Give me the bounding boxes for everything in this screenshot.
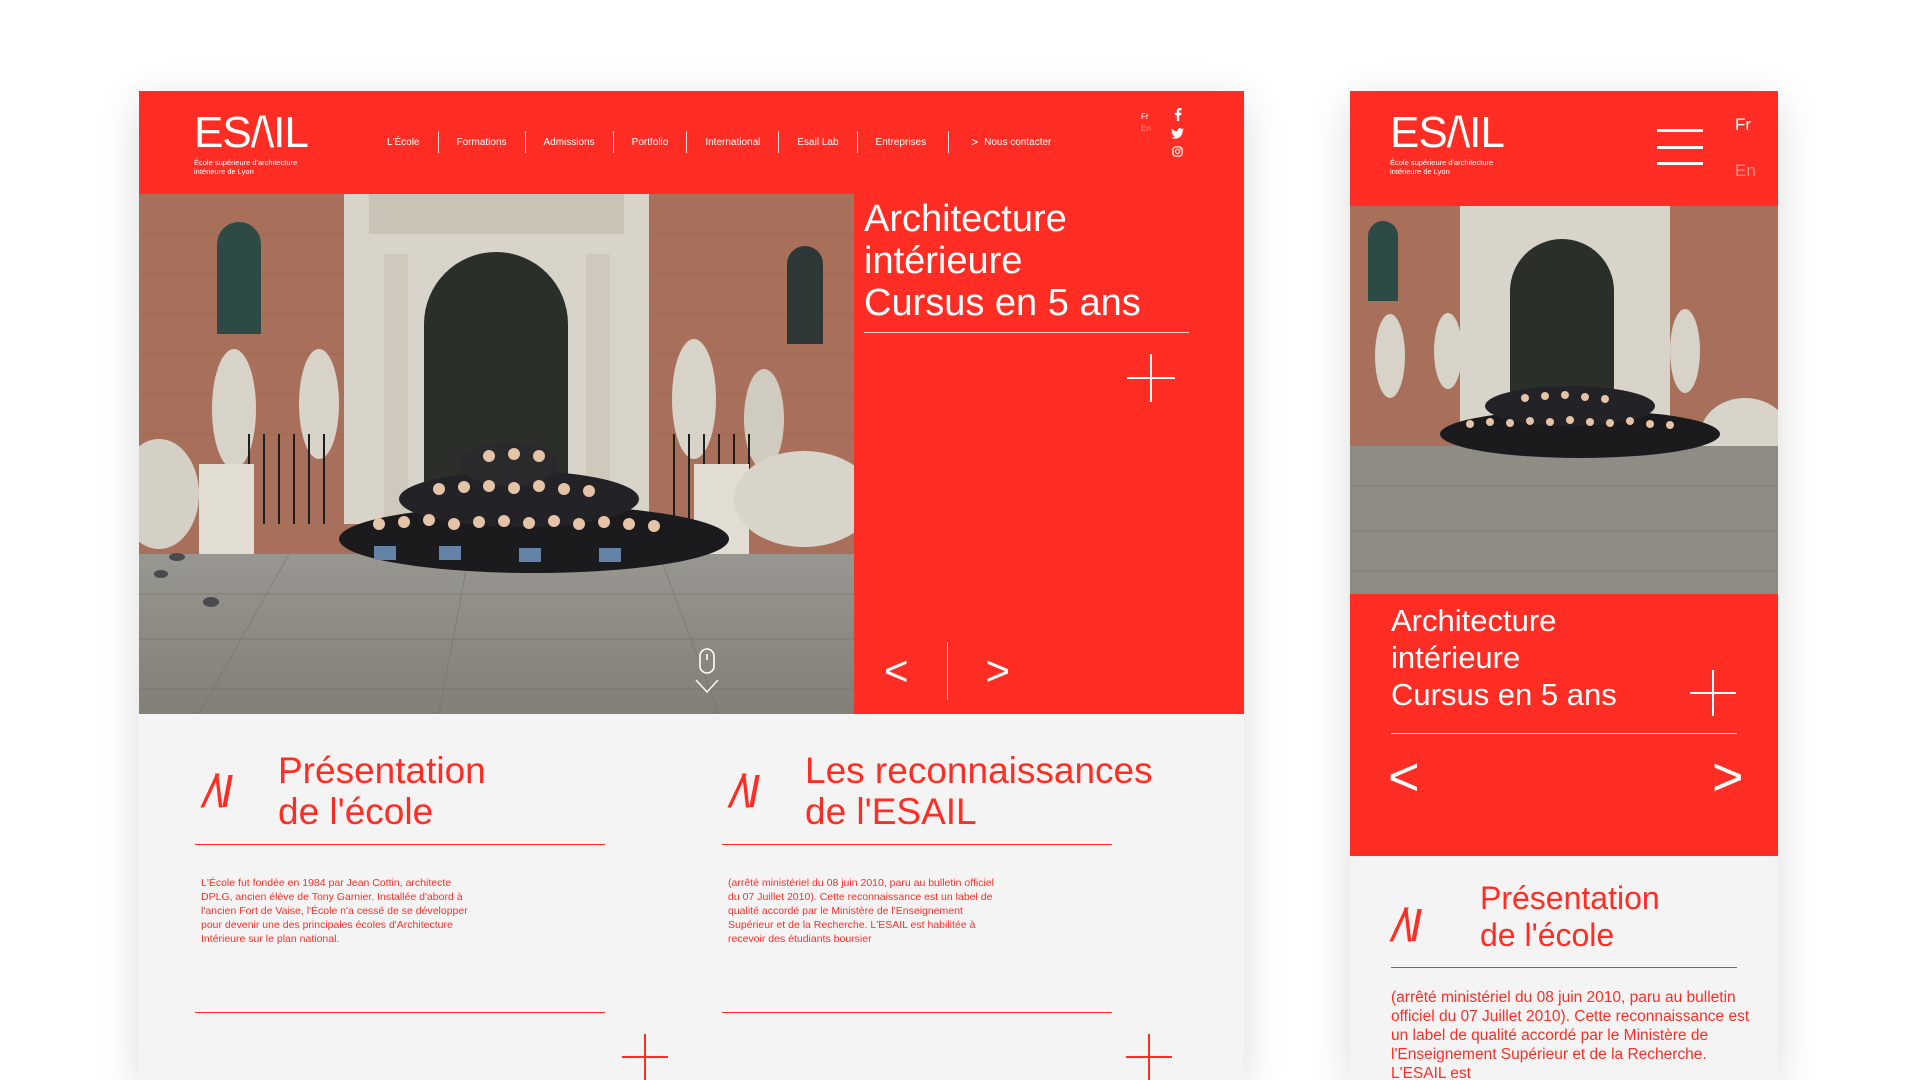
nav-item-esail-lab[interactable]: Esail Lab bbox=[778, 131, 856, 153]
hero-photo bbox=[1350, 206, 1778, 594]
card-title-line2: de l'école bbox=[1480, 917, 1615, 953]
hero-title-line1: Architecture bbox=[864, 198, 1067, 240]
nav-item-international[interactable]: International bbox=[686, 131, 778, 153]
hero-section: Architecture intérieure Cursus en 5 ans … bbox=[139, 194, 1244, 714]
desktop-mockup: ES/\IL École supérieure d'architecture i… bbox=[139, 91, 1244, 1080]
hero-title-line2: intérieure bbox=[864, 240, 1023, 282]
logo-mark: ES/\IL bbox=[1390, 108, 1505, 157]
card-title-line2: de l'école bbox=[278, 791, 434, 832]
slider-next-button[interactable]: > bbox=[1712, 750, 1744, 804]
hero-divider bbox=[864, 332, 1189, 333]
card-divider bbox=[195, 844, 605, 845]
hero-title: Architecture intérieure Cursus en 5 ans bbox=[864, 198, 1141, 324]
lang-en[interactable]: En bbox=[1141, 123, 1151, 135]
site-header: ES/\IL École supérieure d'architecture i… bbox=[139, 91, 1244, 194]
plus-icon[interactable] bbox=[622, 1034, 668, 1080]
chevron-right-icon: > bbox=[971, 135, 979, 149]
scroll-mouse-icon[interactable] bbox=[692, 648, 722, 694]
hero-text-panel: Architecture intérieure Cursus en 5 ans … bbox=[854, 194, 1244, 714]
facebook-icon[interactable] bbox=[1174, 108, 1182, 121]
mobile-header: ES/\IL École supérieure d'architecture i… bbox=[1350, 91, 1778, 206]
hero-photo bbox=[139, 194, 854, 714]
group-photo-image bbox=[139, 194, 854, 714]
logo-tagline: École supérieure d'architecture intérieu… bbox=[194, 158, 298, 176]
ai-logo-icon: /\I bbox=[730, 765, 760, 817]
instagram-icon[interactable] bbox=[1172, 146, 1183, 157]
card-divider bbox=[1391, 967, 1737, 968]
social-links bbox=[1171, 108, 1184, 157]
nav-item-ecole[interactable]: L'École bbox=[369, 131, 438, 153]
nav-item-formations[interactable]: Formations bbox=[437, 131, 525, 153]
info-cards: /\I Présentation de l'école L'École fut … bbox=[139, 714, 1244, 1080]
slider-separator bbox=[946, 642, 948, 700]
plus-icon[interactable] bbox=[1690, 670, 1736, 716]
hero-title-line1: Architecture bbox=[1391, 603, 1557, 638]
hero-title-line3: Cursus en 5 ans bbox=[864, 282, 1141, 324]
slider-prev-button[interactable]: < bbox=[884, 650, 909, 692]
lang-fr[interactable]: Fr bbox=[1141, 111, 1151, 123]
card-title-line1: Présentation bbox=[1480, 880, 1660, 916]
group-photo-image bbox=[1350, 206, 1778, 594]
card-title: Présentation de l'école bbox=[1480, 880, 1660, 954]
language-switcher: Fr En bbox=[1141, 111, 1151, 135]
hero-title-line2: intérieure bbox=[1391, 640, 1521, 675]
ai-logo-icon: /\I bbox=[1392, 899, 1422, 951]
language-switcher: Fr En bbox=[1735, 115, 1756, 181]
card-body: (arrêté ministériel du 08 juin 2010, par… bbox=[728, 877, 994, 945]
ai-logo-icon: /\I bbox=[203, 765, 233, 817]
card-title-line1: Les reconnaissances bbox=[805, 750, 1153, 791]
card-title-line1: Présentation bbox=[278, 750, 486, 791]
hero-title: Architecture intérieure Cursus en 5 ans bbox=[1391, 602, 1617, 713]
hamburger-menu-icon[interactable] bbox=[1657, 129, 1703, 165]
card-divider bbox=[722, 844, 1112, 845]
hero-divider bbox=[1391, 733, 1737, 734]
slider-next-button[interactable]: > bbox=[986, 650, 1011, 692]
card-title: Présentation de l'école bbox=[278, 750, 486, 832]
lang-fr[interactable]: Fr bbox=[1735, 115, 1756, 135]
card-bottom-divider bbox=[722, 1012, 1112, 1013]
plus-icon[interactable] bbox=[1126, 1034, 1172, 1080]
esail-logo[interactable]: ES/\IL École supérieure d'architecture i… bbox=[194, 108, 309, 176]
hero-title-line3: Cursus en 5 ans bbox=[1391, 677, 1617, 712]
nav-contact-label: Nous contacter bbox=[984, 136, 1052, 148]
hero-text-panel: Architecture intérieure Cursus en 5 ans … bbox=[1350, 594, 1778, 856]
nav-item-entreprises[interactable]: Entreprises bbox=[856, 131, 945, 153]
card-title-line2: de l'ESAIL bbox=[805, 791, 977, 832]
plus-icon[interactable] bbox=[1127, 354, 1175, 402]
lang-en[interactable]: En bbox=[1735, 161, 1756, 181]
nav-contact-link[interactable]: > Nous contacter bbox=[948, 131, 1051, 153]
nav-item-admissions[interactable]: Admissions bbox=[524, 131, 613, 153]
card-presentation: /\I Présentation de l'école (arrêté mini… bbox=[1350, 856, 1778, 1080]
card-body: (arrêté ministériel du 08 juin 2010, par… bbox=[1391, 989, 1750, 1080]
twitter-icon[interactable] bbox=[1171, 128, 1184, 139]
card-bottom-divider bbox=[195, 1012, 605, 1013]
logo-tagline: École supérieure d'architecture intérieu… bbox=[1390, 158, 1494, 176]
mobile-mockup: ES/\IL École supérieure d'architecture i… bbox=[1350, 91, 1778, 1080]
logo-mark: ES/\IL bbox=[194, 108, 309, 157]
card-body: L'École fut fondée en 1984 par Jean Cott… bbox=[201, 877, 468, 945]
nav-item-portfolio[interactable]: Portfolio bbox=[612, 131, 687, 153]
main-nav: L'École Formations Admissions Portfolio … bbox=[369, 131, 1051, 153]
esail-logo[interactable]: ES/\IL École supérieure d'architecture i… bbox=[1390, 108, 1505, 176]
slider-controls: < > bbox=[884, 642, 1010, 700]
card-title: Les reconnaissances de l'ESAIL bbox=[805, 750, 1153, 832]
slider-prev-button[interactable]: < bbox=[1388, 750, 1420, 804]
